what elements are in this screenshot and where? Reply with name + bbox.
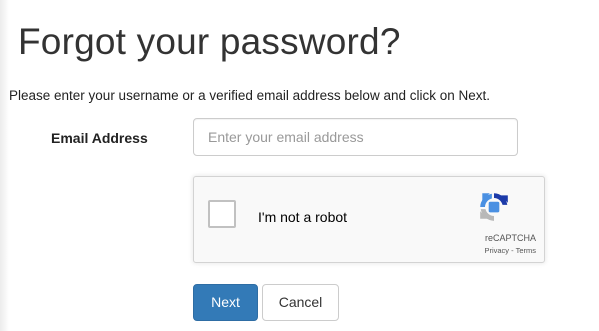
forgot-password-page: Forgot your password? Please enter your … bbox=[0, 0, 599, 331]
instructions-text: Please enter your username or a verified… bbox=[9, 88, 490, 103]
recaptcha-widget: I'm not a robot reCAPTCHA Privacy - Term… bbox=[193, 176, 545, 263]
recaptcha-checkbox-label: I'm not a robot bbox=[258, 209, 348, 225]
email-address-label: Email Address bbox=[51, 130, 148, 146]
recaptcha-link-separator: - bbox=[511, 246, 514, 255]
recaptcha-privacy-link[interactable]: Privacy bbox=[484, 246, 509, 255]
recaptcha-terms-link[interactable]: Terms bbox=[516, 246, 536, 255]
recaptcha-brand-text: reCAPTCHA bbox=[484, 233, 536, 243]
email-address-input[interactable] bbox=[193, 118, 518, 156]
next-button[interactable]: Next bbox=[193, 284, 258, 321]
page-title: Forgot your password? bbox=[18, 21, 401, 62]
recaptcha-logo-icon bbox=[480, 193, 508, 221]
recaptcha-links: Privacy - Terms bbox=[484, 246, 536, 255]
cancel-button[interactable]: Cancel bbox=[262, 284, 339, 321]
recaptcha-checkbox[interactable] bbox=[208, 200, 236, 228]
left-edge-shadow bbox=[0, 0, 9, 331]
